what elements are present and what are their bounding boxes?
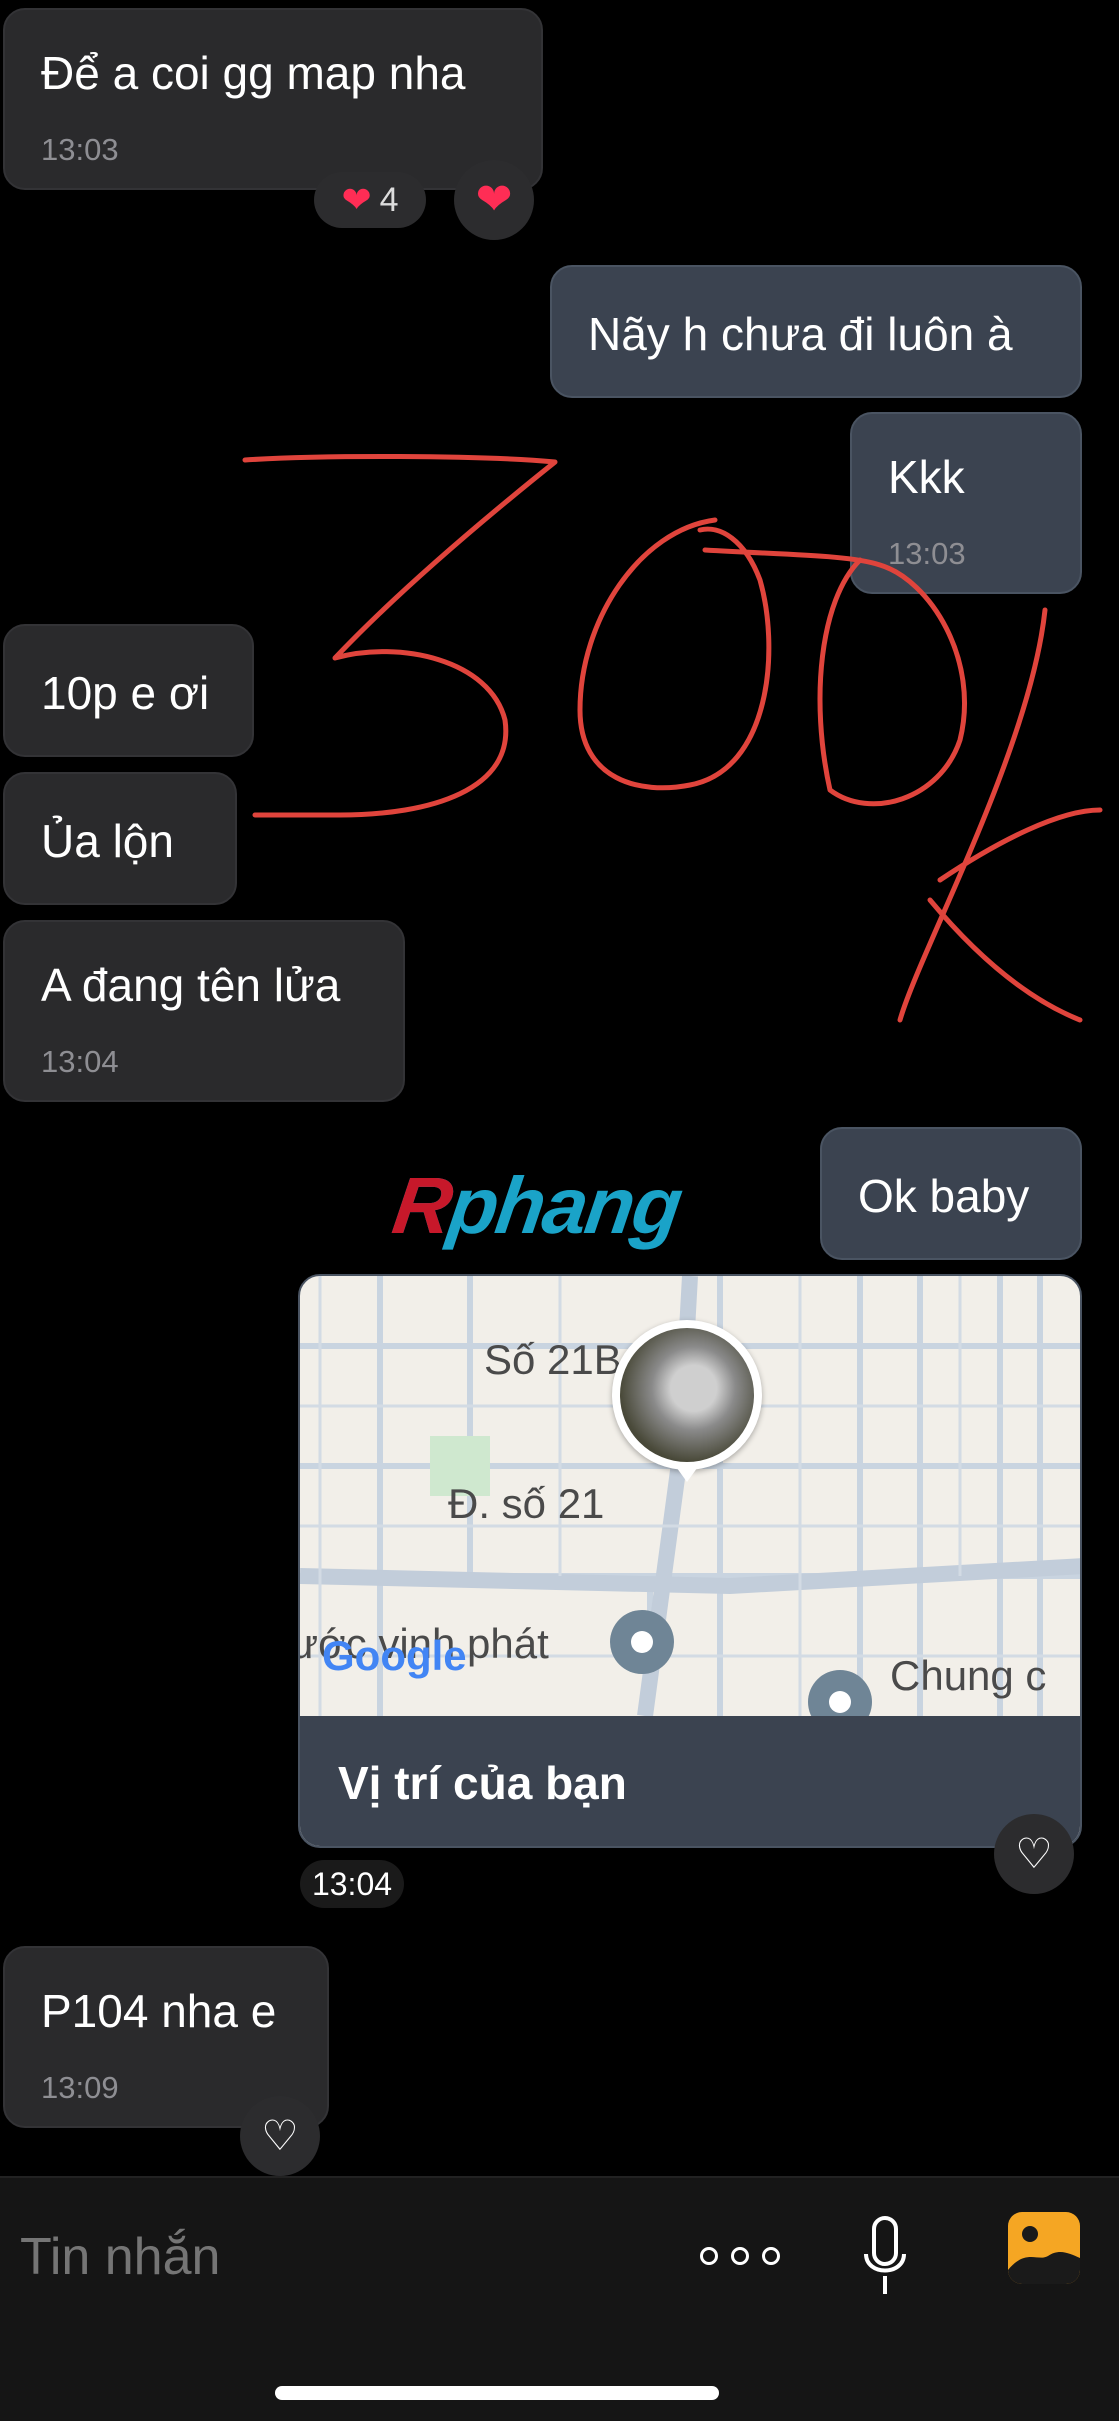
message-bubble-incoming[interactable]: A đang tên lửa 13:04 bbox=[3, 920, 405, 1102]
message-input[interactable] bbox=[18, 2208, 662, 2306]
message-text: 10p e ơi bbox=[41, 667, 210, 719]
dot-icon bbox=[700, 2247, 718, 2265]
microphone-icon bbox=[864, 2216, 906, 2294]
message-time: 13:03 bbox=[41, 132, 119, 167]
composer-bar bbox=[0, 2176, 1119, 2421]
my-reaction-heart[interactable]: ❤ bbox=[454, 160, 534, 240]
message-bubble-incoming[interactable]: Để a coi gg map nha 13:03 bbox=[3, 8, 543, 190]
message-bubble-outgoing[interactable]: Nãy h chưa đi luôn à bbox=[550, 265, 1082, 398]
message-text: Ok baby bbox=[858, 1170, 1030, 1222]
dot-icon bbox=[762, 2247, 780, 2265]
map-label: Số 21B bbox=[484, 1336, 622, 1383]
reaction-count-value: 4 bbox=[379, 180, 399, 219]
like-button[interactable]: ♡ bbox=[994, 1814, 1074, 1894]
gallery-button[interactable] bbox=[1008, 2212, 1080, 2284]
message-time: 13:03 bbox=[888, 536, 966, 571]
heart-outline-icon: ♡ bbox=[261, 2112, 299, 2159]
message-text: A đang tên lửa bbox=[41, 959, 341, 1011]
map-label: Đ. số 21 bbox=[448, 1480, 605, 1527]
message-time: 13:09 bbox=[41, 2070, 119, 2105]
message-bubble-outgoing[interactable]: Kkk 13:03 bbox=[850, 412, 1082, 594]
location-caption-bar: Vị trí của bạn bbox=[300, 1716, 1080, 1846]
map-pin-icon bbox=[610, 1610, 674, 1674]
heart-emoji-icon: ❤ bbox=[341, 179, 372, 220]
reaction-count[interactable]: ❤ 4 bbox=[314, 172, 426, 228]
message-text: Để a coi gg map nha bbox=[41, 47, 466, 99]
stroke-digit-3 bbox=[242, 453, 558, 818]
message-text: Nãy h chưa đi luôn à bbox=[588, 308, 1013, 360]
home-indicator bbox=[275, 2386, 719, 2400]
map-label: Chung c bbox=[890, 1652, 1047, 1699]
location-card[interactable]: Số 21B Đ. số 21 ước vinh phát Chung c Go… bbox=[298, 1274, 1082, 1848]
stroke-digit-0-first bbox=[577, 517, 772, 791]
message-bubble-incoming[interactable]: 10p e ơi bbox=[3, 624, 254, 757]
location-caption: Vị trí của bạn bbox=[338, 1757, 627, 1809]
message-bubble-incoming[interactable]: Ủa lộn bbox=[3, 772, 237, 905]
heart-outline-icon: ♡ bbox=[1015, 1830, 1053, 1877]
like-button[interactable]: ♡ bbox=[240, 2096, 320, 2176]
microphone-button[interactable] bbox=[860, 2214, 910, 2304]
more-options-button[interactable] bbox=[700, 2228, 780, 2284]
google-logo: Google bbox=[322, 1632, 467, 1679]
stroke-letter-k bbox=[897, 607, 1103, 1023]
message-text: Ủa lộn bbox=[41, 815, 174, 867]
location-time: 13:04 bbox=[311, 1865, 393, 1902]
message-text: P104 nha e bbox=[41, 1985, 277, 2037]
location-time-pill: 13:04 bbox=[300, 1860, 404, 1908]
dot-icon bbox=[731, 2247, 749, 2265]
message-time: 13:04 bbox=[41, 1044, 119, 1079]
heart-filled-icon: ❤ bbox=[475, 175, 513, 224]
cat-avatar bbox=[620, 1328, 754, 1462]
message-bubble-outgoing[interactable]: Ok baby bbox=[820, 1127, 1082, 1260]
message-text: Kkk bbox=[888, 451, 965, 503]
marker-tail bbox=[674, 1464, 700, 1482]
image-icon bbox=[1008, 2226, 1080, 2284]
user-avatar-marker bbox=[612, 1320, 762, 1482]
